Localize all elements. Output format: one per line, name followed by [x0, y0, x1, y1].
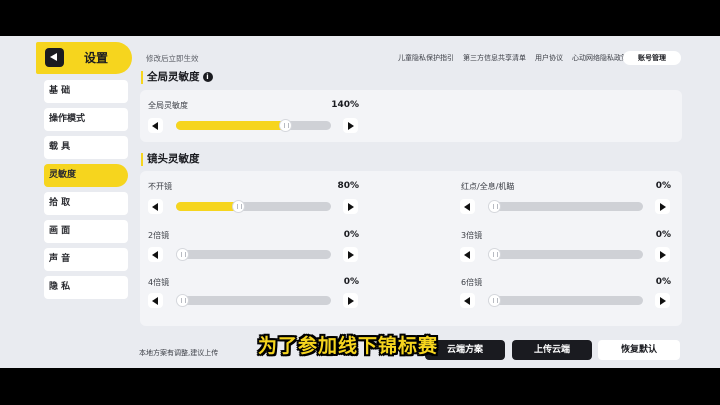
- sidebar-item-privacy[interactable]: 隐 私: [44, 276, 128, 299]
- slider-knob[interactable]: [488, 248, 501, 261]
- slider-knob[interactable]: [176, 248, 189, 261]
- decrease-arrow-icon[interactable]: [460, 247, 475, 262]
- sidebar-item-pickup[interactable]: 拾 取: [44, 192, 128, 215]
- increase-arrow-icon[interactable]: [343, 118, 358, 133]
- slider-label: 全局灵敏度: [148, 101, 188, 110]
- scope-2x-slider[interactable]: [176, 248, 331, 261]
- increase-arrow-icon[interactable]: [655, 199, 670, 214]
- sidebar-item-sensitivity[interactable]: 灵敏度: [44, 164, 128, 187]
- sidebar-item-control-mode[interactable]: 操作模式: [44, 108, 128, 131]
- slider-label: 2倍镜: [148, 231, 170, 240]
- no-scope-slider[interactable]: [176, 200, 331, 213]
- slider-knob[interactable]: [488, 200, 501, 213]
- account-management-button[interactable]: 账号管理: [623, 51, 681, 65]
- decrease-arrow-icon[interactable]: [460, 199, 475, 214]
- link-child-privacy[interactable]: 儿童隐私保护指引: [398, 54, 454, 62]
- scope-4x-slider[interactable]: [176, 294, 331, 307]
- decrease-arrow-icon[interactable]: [148, 118, 163, 133]
- scope-3x-slider[interactable]: [488, 248, 643, 261]
- settings-screen: 设置 基 础 操作模式 载 具 灵敏度 拾 取 画 面 声 音 隐 私 修改后立…: [0, 36, 720, 368]
- global-section-label: 全局灵敏度: [147, 71, 200, 83]
- decrease-arrow-icon[interactable]: [460, 293, 475, 308]
- slider-value: 0%: [343, 277, 359, 287]
- upload-suggestion: 本地方案有调整,建议上传: [139, 349, 219, 357]
- sidebar-item-graphics[interactable]: 画 面: [44, 220, 128, 243]
- link-third-party-sharing[interactable]: 第三方信息共享清单: [463, 54, 526, 62]
- slider-value: 80%: [337, 181, 359, 191]
- slider-value: 0%: [655, 181, 671, 191]
- sidebar-item-basic[interactable]: 基 础: [44, 80, 128, 103]
- increase-arrow-icon[interactable]: [343, 247, 358, 262]
- slider-knob[interactable]: [488, 294, 501, 307]
- slider-value: 0%: [655, 277, 671, 287]
- global-sensitivity-slider[interactable]: [176, 119, 331, 132]
- sidebar-item-vehicle[interactable]: 载 具: [44, 136, 128, 159]
- upload-cloud-button[interactable]: 上传云端: [512, 340, 592, 360]
- video-caption: 为了参加线下锦标赛: [258, 335, 439, 357]
- slider-label: 不开镜: [148, 182, 172, 191]
- red-dot-slider[interactable]: [488, 200, 643, 213]
- top-links: 儿童隐私保护指引 第三方信息共享清单 用户协议 心动网络隐私政策: [398, 53, 637, 63]
- slider-knob[interactable]: [278, 119, 292, 132]
- sidebar-item-sound[interactable]: 声 音: [44, 248, 128, 271]
- global-section-title: 全局灵敏度 i: [141, 71, 213, 84]
- back-icon[interactable]: [45, 48, 64, 67]
- slider-fill: [176, 202, 238, 211]
- settings-header: 设置: [36, 42, 132, 74]
- settings-title: 设置: [84, 51, 109, 65]
- apply-hint: 修改后立即生效: [146, 54, 199, 63]
- scope-section-title: 镜头灵敏度: [141, 153, 200, 166]
- slider-value: 0%: [343, 230, 359, 240]
- slider-label: 6倍镜: [461, 278, 483, 287]
- slider-value: 140%: [331, 100, 359, 110]
- link-user-agreement[interactable]: 用户协议: [535, 54, 563, 62]
- decrease-arrow-icon[interactable]: [148, 199, 163, 214]
- info-icon[interactable]: i: [202, 72, 213, 82]
- scope-6x-slider[interactable]: [488, 294, 643, 307]
- slider-label: 红点/全息/机瞄: [461, 182, 515, 191]
- slider-value: 0%: [655, 230, 671, 240]
- slider-fill: [176, 121, 285, 130]
- link-privacy-policy[interactable]: 心动网络隐私政策: [572, 54, 628, 62]
- increase-arrow-icon[interactable]: [655, 247, 670, 262]
- slider-label: 4倍镜: [148, 278, 170, 287]
- sidebar: 设置 基 础 操作模式 载 具 灵敏度 拾 取 画 面 声 音 隐 私: [36, 36, 136, 368]
- slider-knob[interactable]: [176, 294, 189, 307]
- global-panel: [140, 90, 682, 142]
- decrease-arrow-icon[interactable]: [148, 293, 163, 308]
- slider-knob[interactable]: [232, 200, 245, 213]
- restore-default-button[interactable]: 恢复默认: [598, 340, 680, 360]
- increase-arrow-icon[interactable]: [343, 293, 358, 308]
- increase-arrow-icon[interactable]: [655, 293, 670, 308]
- decrease-arrow-icon[interactable]: [148, 247, 163, 262]
- slider-label: 3倍镜: [461, 231, 483, 240]
- increase-arrow-icon[interactable]: [343, 199, 358, 214]
